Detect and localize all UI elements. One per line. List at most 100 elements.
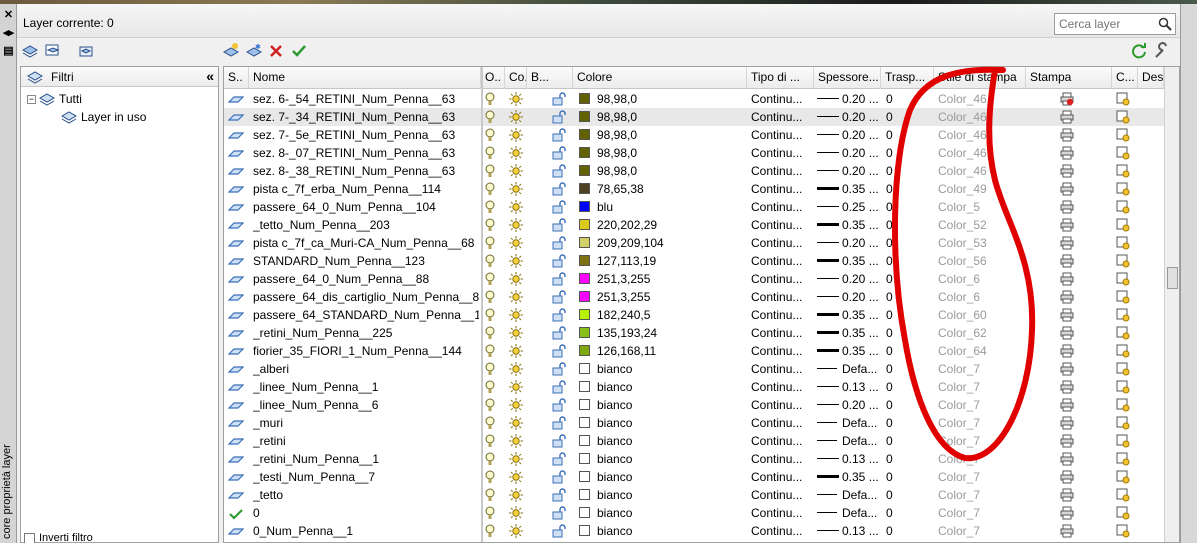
layer-row[interactable]: sez. 8-_07_RETINI_Num_Penna__63 98,98,0 Co… <box>224 144 1164 162</box>
lock-icon[interactable] <box>552 198 568 216</box>
layer-color[interactable]: bianco <box>597 504 737 522</box>
lock-icon[interactable] <box>552 504 568 522</box>
column-header[interactable]: O.. <box>481 67 505 89</box>
layer-transparency[interactable]: 0 <box>886 414 926 432</box>
layer-linetype[interactable]: Continu... <box>751 180 814 198</box>
lightbulb-icon[interactable] <box>485 252 499 270</box>
new-vp-freeze-icon[interactable] <box>1116 306 1132 324</box>
layer-transparency[interactable]: 0 <box>886 234 926 252</box>
lightbulb-icon[interactable] <box>485 162 499 180</box>
tree-item-all[interactable]: − Tutti <box>27 90 82 108</box>
printer-icon[interactable] <box>1060 198 1076 216</box>
column-header[interactable]: Stile di stampa <box>934 67 1026 89</box>
new-vp-freeze-icon[interactable] <box>1116 270 1132 288</box>
sun-freeze-icon[interactable] <box>509 396 525 414</box>
sun-freeze-icon[interactable] <box>509 522 525 540</box>
layer-color[interactable]: 98,98,0 <box>597 144 737 162</box>
layer-linetype[interactable]: Continu... <box>751 450 814 468</box>
new-vp-freeze-icon[interactable] <box>1116 378 1132 396</box>
printer-icon[interactable] <box>1060 144 1076 162</box>
printer-icon[interactable] <box>1060 468 1076 486</box>
column-header[interactable]: Colore <box>573 67 747 89</box>
color-swatch[interactable] <box>579 93 590 104</box>
layer-name[interactable]: _linee_Num_Penna__6 <box>253 396 479 414</box>
new-vp-freeze-icon[interactable] <box>1116 504 1132 522</box>
sun-freeze-icon[interactable] <box>509 342 525 360</box>
printer-icon[interactable] <box>1060 360 1076 378</box>
lock-icon[interactable] <box>552 360 568 378</box>
color-swatch[interactable] <box>579 399 590 410</box>
layer-lineweight[interactable]: 0.20 ... <box>842 396 880 414</box>
printer-icon[interactable] <box>1060 324 1076 342</box>
layer-linetype[interactable]: Continu... <box>751 108 814 126</box>
lightbulb-icon[interactable] <box>485 126 499 144</box>
layer-transparency[interactable]: 0 <box>886 486 926 504</box>
lock-icon[interactable] <box>552 378 568 396</box>
layer-linetype[interactable]: Continu... <box>751 270 814 288</box>
color-swatch[interactable] <box>579 471 590 482</box>
layer-name[interactable]: _tetto <box>253 486 479 504</box>
printer-icon[interactable] <box>1060 180 1076 198</box>
sun-freeze-icon[interactable] <box>509 162 525 180</box>
layer-name[interactable]: 0_Num_Penna__1 <box>253 522 479 540</box>
layer-name[interactable]: sez. 8-_07_RETINI_Num_Penna__63 <box>253 144 479 162</box>
layer-linetype[interactable]: Continu... <box>751 378 814 396</box>
layer-lineweight[interactable]: 0.35 ... <box>842 324 880 342</box>
layer-row[interactable]: passere_64_STANDARD_Num_Penna__16... 182,… <box>224 306 1164 324</box>
layer-lineweight[interactable]: 0.20 ... <box>842 162 880 180</box>
color-swatch[interactable] <box>579 201 590 212</box>
layer-transparency[interactable]: 0 <box>886 180 926 198</box>
layer-transparency[interactable]: 0 <box>886 288 926 306</box>
new-vp-freeze-icon[interactable] <box>1116 216 1132 234</box>
new-vp-freeze-icon[interactable] <box>1116 360 1132 378</box>
color-swatch[interactable] <box>579 363 590 374</box>
lock-icon[interactable] <box>552 432 568 450</box>
layer-name[interactable]: _muri <box>253 414 479 432</box>
lock-icon[interactable] <box>552 324 568 342</box>
no-plot-printer-icon[interactable] <box>1060 90 1076 108</box>
new-vp-freeze-icon[interactable] <box>1116 252 1132 270</box>
printer-icon[interactable] <box>1060 234 1076 252</box>
invert-filter-checkbox[interactable]: Inverti filtro <box>24 532 93 543</box>
color-swatch[interactable] <box>579 489 590 500</box>
layer-color[interactable]: 98,98,0 <box>597 126 737 144</box>
printer-icon[interactable] <box>1060 504 1076 522</box>
column-header[interactable]: Tipo di ... <box>747 67 814 89</box>
layer-name[interactable]: STANDARD_Num_Penna__123 <box>253 252 479 270</box>
layer-transparency[interactable]: 0 <box>886 198 926 216</box>
new-vp-freeze-icon[interactable] <box>1116 162 1132 180</box>
lightbulb-icon[interactable] <box>485 270 499 288</box>
layer-linetype[interactable]: Continu... <box>751 90 814 108</box>
new-vp-freeze-icon[interactable] <box>1116 522 1132 540</box>
color-swatch[interactable] <box>579 183 590 194</box>
printer-icon[interactable] <box>1060 396 1076 414</box>
lock-icon[interactable] <box>552 234 568 252</box>
layer-lineweight[interactable]: 0.20 ... <box>842 288 880 306</box>
color-swatch[interactable] <box>579 453 590 464</box>
layer-lineweight[interactable]: Defa... <box>842 504 880 522</box>
layer-name[interactable]: sez. 7-_5e_RETINI_Num_Penna__63 <box>253 126 479 144</box>
new-vp-freeze-icon[interactable] <box>1116 432 1132 450</box>
layer-transparency[interactable]: 0 <box>886 450 926 468</box>
printer-icon[interactable] <box>1060 342 1076 360</box>
layer-row[interactable]: sez. 7-_5e_RETINI_Num_Penna__63 98,98,0 Co… <box>224 126 1164 144</box>
search-box[interactable] <box>1054 13 1176 35</box>
layer-linetype[interactable]: Continu... <box>751 522 814 540</box>
layer-row[interactable]: _retini_Num_Penna__225 135,193,24 Continu.… <box>224 324 1164 342</box>
lightbulb-icon[interactable] <box>485 378 499 396</box>
layer-linetype[interactable]: Continu... <box>751 342 814 360</box>
layer-name[interactable]: passere_64_0_Num_Penna__88 <box>253 270 479 288</box>
layer-transparency[interactable]: 0 <box>886 396 926 414</box>
layer-color[interactable]: 251,3,255 <box>597 288 737 306</box>
layer-linetype[interactable]: Continu... <box>751 504 814 522</box>
layer-lineweight[interactable]: Defa... <box>842 432 880 450</box>
layer-lineweight[interactable]: 0.13 ... <box>842 378 880 396</box>
printer-icon[interactable] <box>1060 126 1076 144</box>
lightbulb-icon[interactable] <box>485 306 499 324</box>
layer-name[interactable]: _retini <box>253 432 479 450</box>
sun-freeze-icon[interactable] <box>509 324 525 342</box>
lightbulb-icon[interactable] <box>485 468 499 486</box>
layer-linetype[interactable]: Continu... <box>751 306 814 324</box>
column-header[interactable]: Spessore... <box>814 67 881 89</box>
color-swatch[interactable] <box>579 291 590 302</box>
